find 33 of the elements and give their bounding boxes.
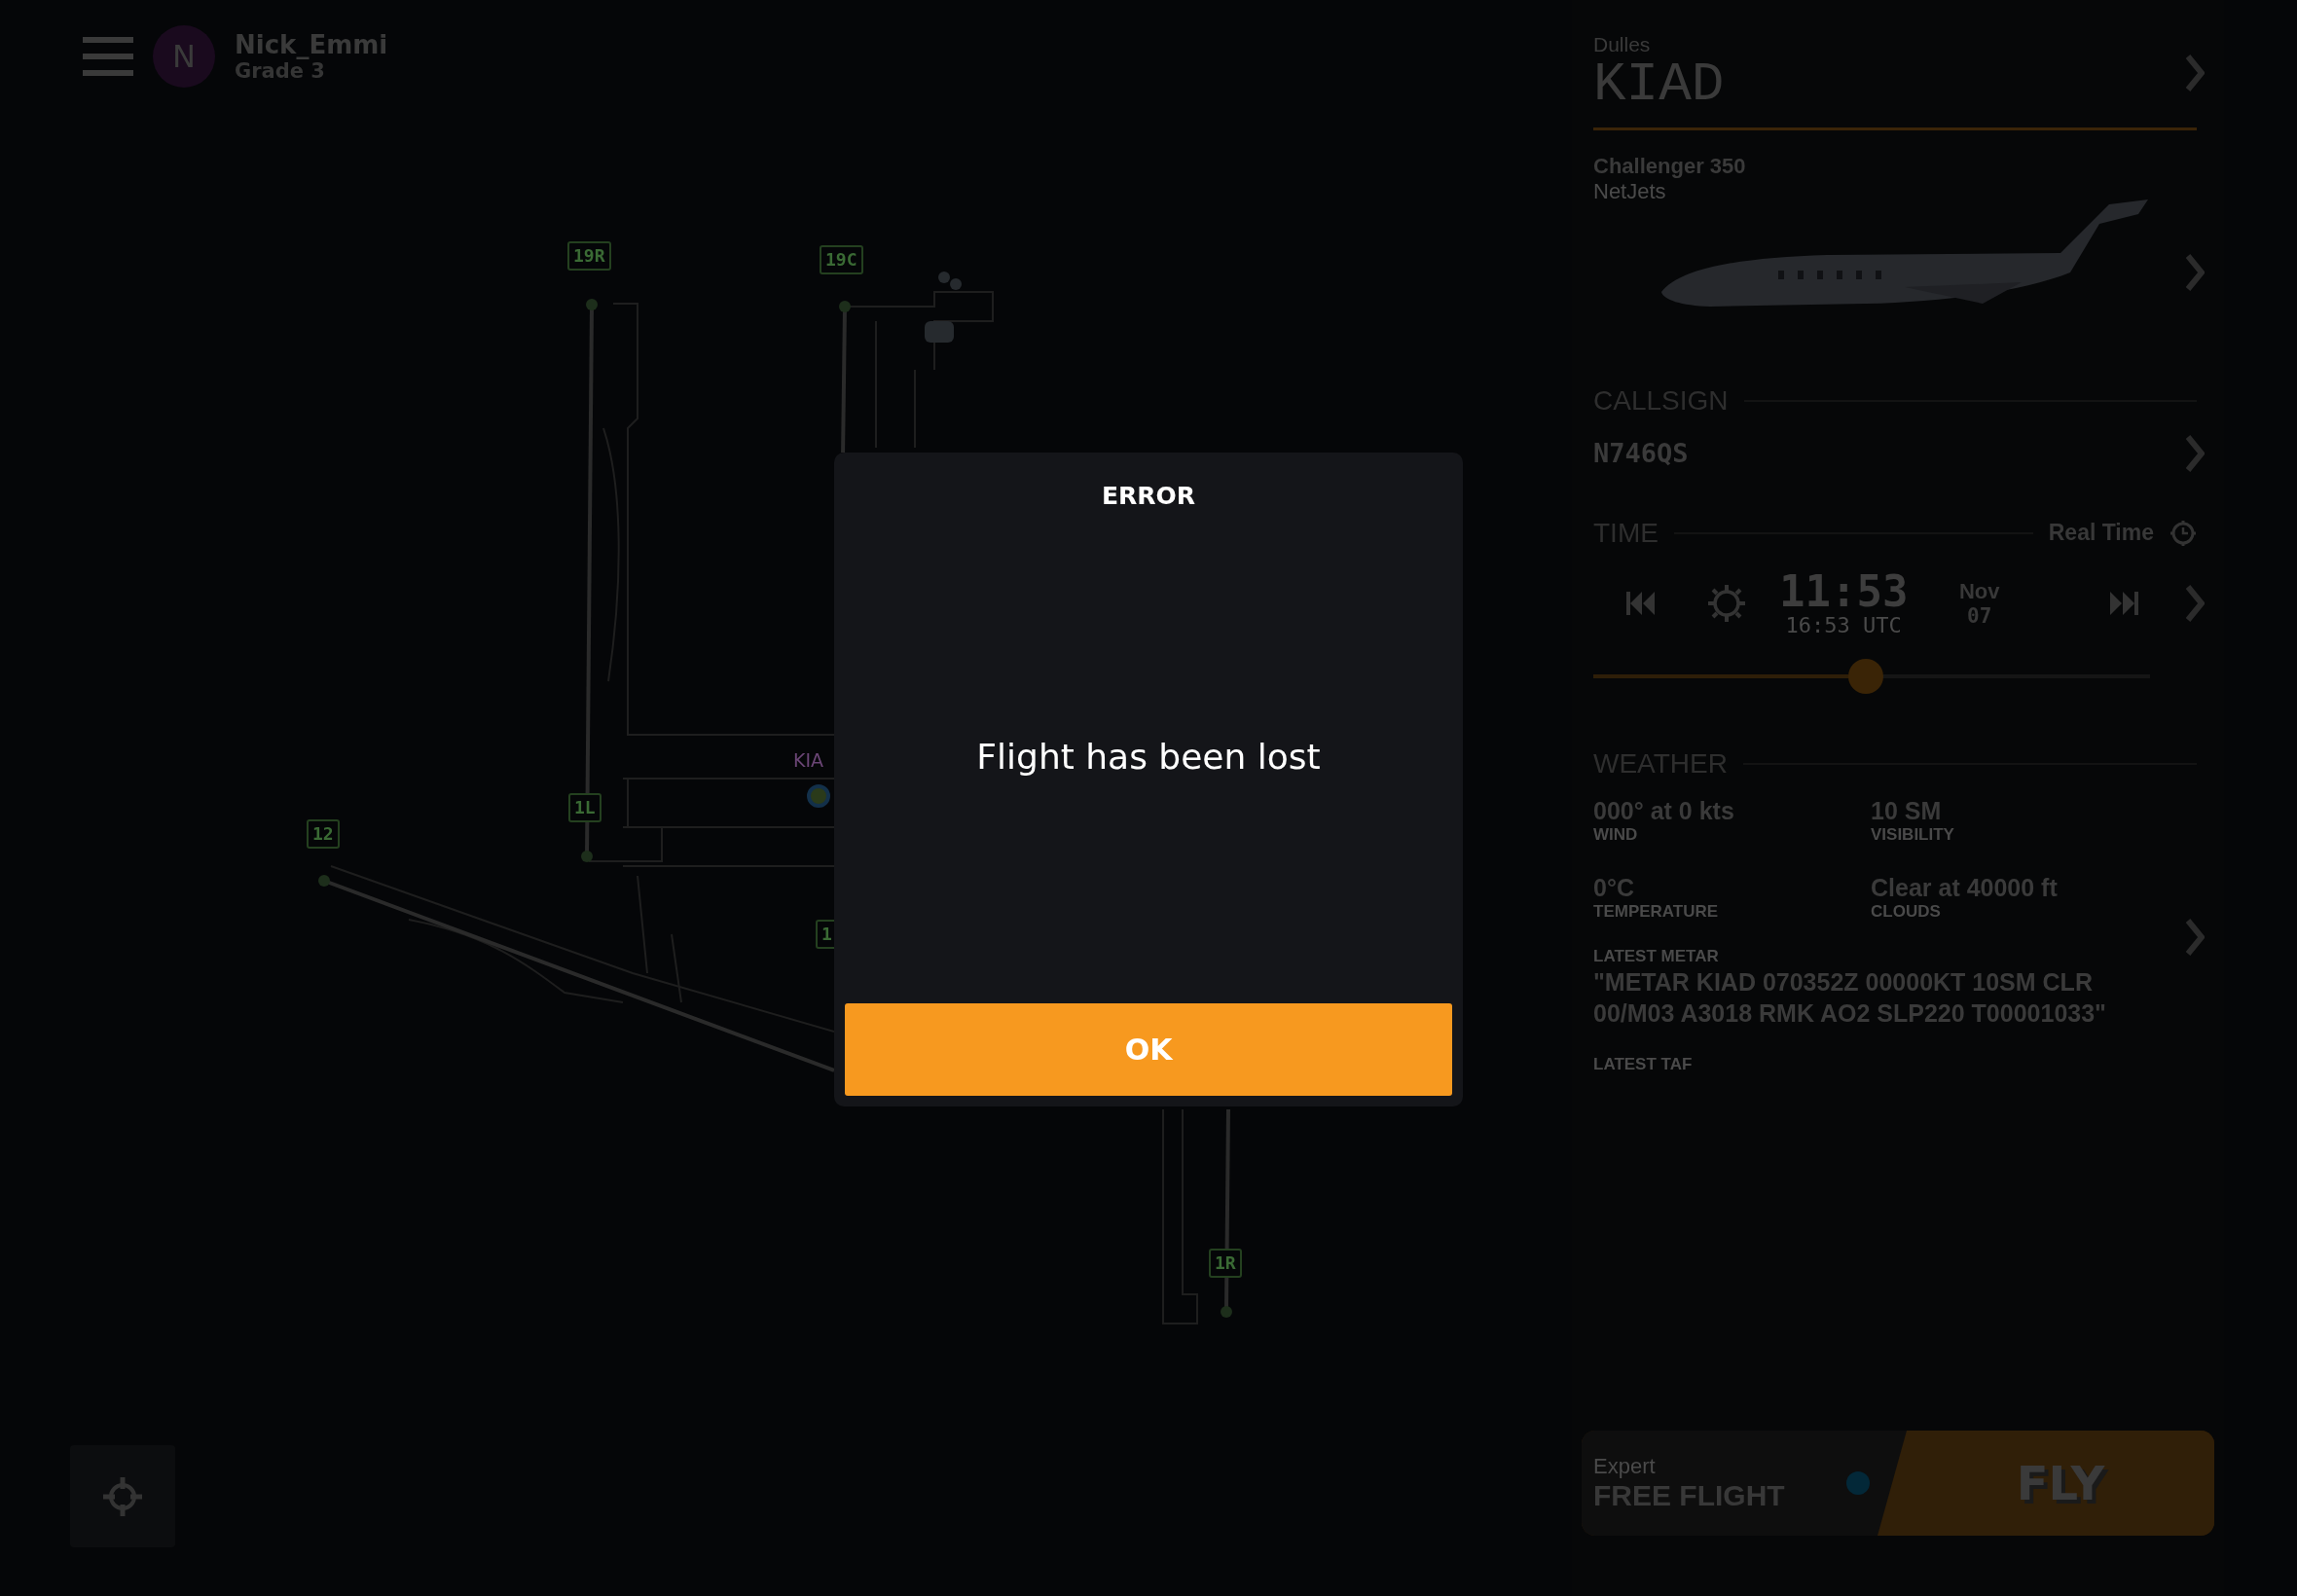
crosshair-icon [101, 1474, 144, 1518]
weather-label: WIND [1593, 824, 1639, 845]
time-slider[interactable] [1593, 658, 2150, 694]
airport-marker-icon [804, 781, 833, 811]
sun-icon [1706, 583, 1748, 625]
recenter-button[interactable] [70, 1445, 175, 1547]
skip-forward-icon[interactable] [2108, 591, 2138, 617]
runway-label: 19C [820, 245, 863, 274]
runway-label: 1R [1209, 1249, 1242, 1278]
weather-label: TEMPERATURE [1593, 901, 1720, 922]
chevron-right-icon[interactable] [2185, 433, 2205, 473]
dialog-message: Flight has been lost [976, 737, 1321, 777]
weather-label: VISIBILITY [1871, 824, 1955, 845]
runway-label: 19R [567, 241, 611, 271]
airport-label: KIA [793, 749, 824, 771]
metar-label: LATEST METAR [1593, 946, 1720, 966]
utc-time: 16:53 UTC [1785, 612, 1902, 637]
dialog-title: ERROR [1101, 482, 1196, 510]
skip-back-icon[interactable] [1626, 591, 1656, 617]
chevron-right-icon[interactable] [2185, 252, 2205, 292]
ok-button[interactable]: OK [845, 1003, 1452, 1096]
difficulty-label: Expert [1593, 1454, 1657, 1479]
weather-label: CLOUDS [1871, 901, 1942, 922]
chevron-right-icon[interactable] [2185, 917, 2205, 957]
chevron-right-icon[interactable] [2185, 54, 2205, 93]
chevron-right-icon[interactable] [2185, 584, 2205, 624]
status-dot [1846, 1471, 1870, 1495]
taf-label: LATEST TAF [1593, 1054, 1694, 1074]
runway-label: 12 [307, 819, 340, 849]
aircraft-operator: NetJets [1593, 178, 1667, 204]
runway-label: 1L [568, 793, 602, 822]
menu-icon[interactable] [83, 35, 133, 78]
clock-icon[interactable] [2169, 519, 2197, 547]
